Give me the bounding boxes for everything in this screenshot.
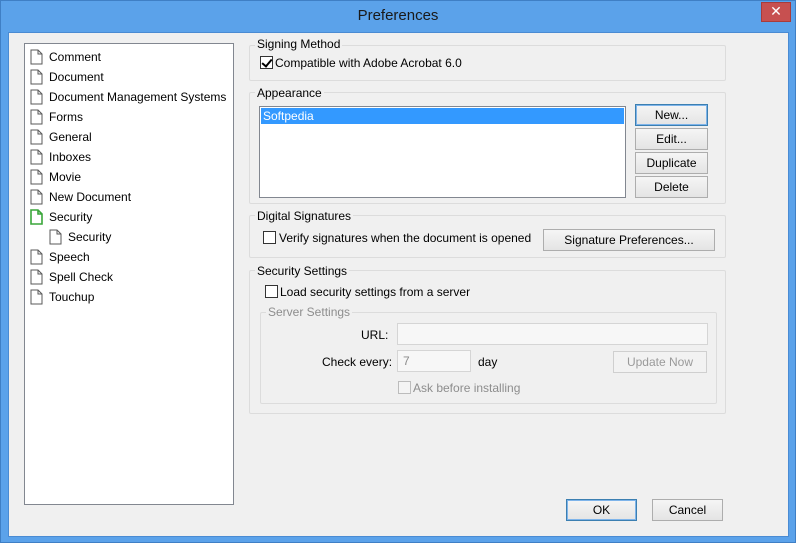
tree-item-speech[interactable]: Speech [30, 248, 90, 266]
tree-item-label: Inboxes [49, 150, 92, 164]
tree-item-label: General [49, 130, 92, 144]
security-settings-legend: Security Settings [255, 264, 350, 278]
delete-button[interactable]: Delete [635, 176, 708, 198]
page-icon [30, 249, 43, 265]
tree-item-label: Security [49, 210, 93, 224]
window-title: Preferences [357, 7, 439, 24]
page-icon [49, 229, 62, 245]
tree-item-spell-check[interactable]: Spell Check [30, 268, 113, 286]
tree-item-label: Comment [49, 50, 102, 64]
page-icon [30, 169, 43, 185]
server-settings-legend: Server Settings [266, 305, 353, 319]
close-button[interactable]: ✕ [761, 2, 791, 22]
close-icon: ✕ [770, 3, 782, 19]
appearance-list[interactable]: Softpedia [259, 106, 626, 198]
tree-item-touchup[interactable]: Touchup [30, 288, 94, 306]
day-unit-label: day [478, 355, 498, 369]
ask-before-installing-label: Ask before installing [413, 381, 521, 395]
check-every-label: Check every: [322, 355, 393, 369]
page-icon [30, 69, 43, 85]
page-icon [30, 89, 43, 105]
tree-item-label: Speech [49, 250, 90, 264]
new-button[interactable]: New... [635, 104, 708, 126]
tree-item-new-document[interactable]: New Document [30, 188, 131, 206]
tree-item-label: Security [68, 230, 112, 244]
preferences-window: Preferences ✕ Comment Document Document Ma… [0, 0, 796, 543]
update-now-button[interactable]: Update Now [613, 351, 707, 373]
appearance-legend: Appearance [255, 86, 324, 100]
tree-item-label: Forms [49, 110, 83, 124]
ask-before-installing-checkbox[interactable] [398, 381, 411, 394]
compatible-acrobat-label: Compatible with Adobe Acrobat 6.0 [275, 56, 462, 70]
page-icon [30, 189, 43, 205]
tree-item-comment[interactable]: Comment [30, 48, 101, 66]
tree-item-label: New Document [49, 190, 132, 204]
page-icon [30, 129, 43, 145]
tree-item-forms[interactable]: Forms [30, 108, 83, 126]
tree-item-movie[interactable]: Movie [30, 168, 81, 186]
compatible-acrobat-checkbox[interactable] [260, 56, 273, 69]
signature-preferences-button[interactable]: Signature Preferences... [543, 229, 715, 251]
tree-item-security-child[interactable]: Security [49, 228, 111, 246]
ok-button[interactable]: OK [566, 499, 637, 521]
check-every-field[interactable]: 7 [397, 350, 471, 372]
page-icon [30, 149, 43, 165]
tree-item-document-management-systems[interactable]: Document Management Systems [30, 88, 226, 106]
duplicate-button[interactable]: Duplicate [635, 152, 708, 174]
tree-item-label: Touchup [49, 290, 95, 304]
tree-item-label: Spell Check [49, 270, 114, 284]
appearance-list-item[interactable]: Softpedia [261, 108, 624, 124]
tree-item-security[interactable]: Security [30, 208, 92, 226]
tree-item-document[interactable]: Document [30, 68, 104, 86]
cancel-button[interactable]: Cancel [652, 499, 723, 521]
page-icon-selected [30, 209, 43, 225]
load-security-checkbox[interactable] [265, 285, 278, 298]
page-icon [30, 109, 43, 125]
edit-button[interactable]: Edit... [635, 128, 708, 150]
verify-signatures-checkbox[interactable] [263, 231, 276, 244]
tree-item-general[interactable]: General [30, 128, 92, 146]
tree-item-label: Document [49, 70, 104, 84]
tree-item-label: Document Management Systems [49, 90, 227, 104]
signing-method-legend: Signing Method [255, 37, 343, 51]
load-security-label: Load security settings from a server [280, 285, 471, 299]
title-bar[interactable]: Preferences ✕ [1, 1, 795, 33]
page-icon [30, 49, 43, 65]
digital-signatures-legend: Digital Signatures [255, 209, 354, 223]
dialog-body: Comment Document Document Management Syste… [8, 32, 789, 537]
page-icon [30, 269, 43, 285]
url-field[interactable] [397, 323, 708, 345]
url-label: URL: [361, 328, 389, 342]
category-tree[interactable]: Comment Document Document Management Syste… [24, 43, 234, 505]
tree-item-inboxes[interactable]: Inboxes [30, 148, 91, 166]
page-icon [30, 289, 43, 305]
tree-item-label: Movie [49, 170, 82, 184]
verify-signatures-label: Verify signatures when the document is o… [279, 231, 532, 245]
